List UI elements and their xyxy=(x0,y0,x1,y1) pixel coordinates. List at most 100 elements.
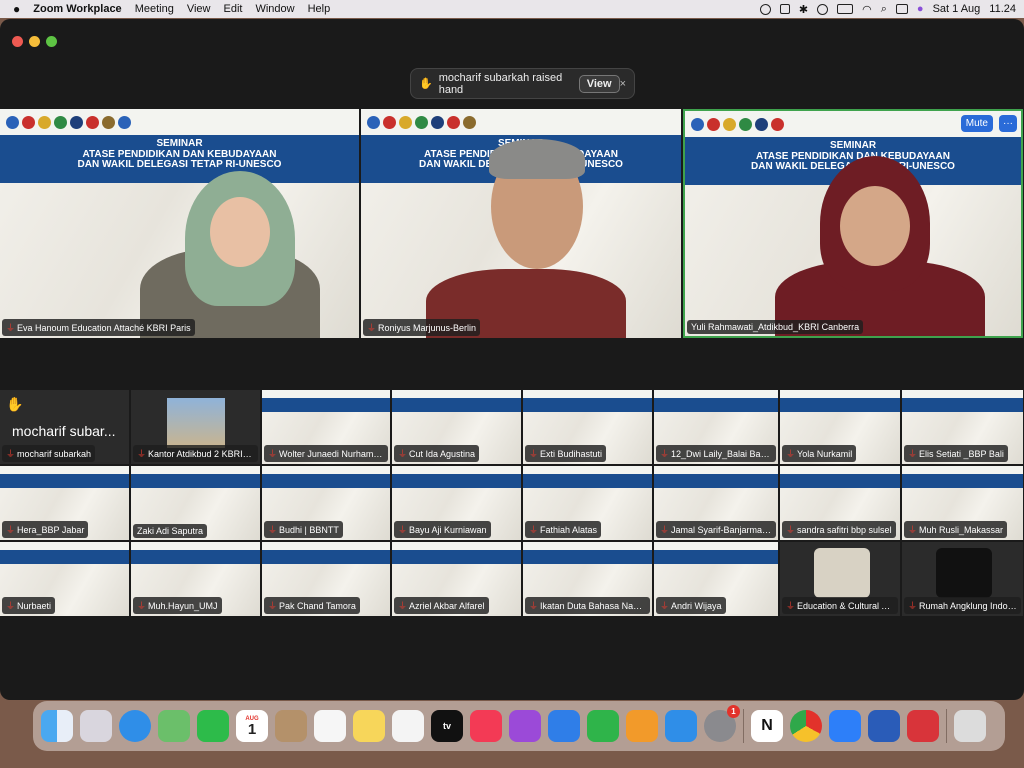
podcasts-icon[interactable] xyxy=(509,710,541,742)
zoom-window-button[interactable] xyxy=(46,36,57,47)
calendar-icon[interactable]: AUG 1 xyxy=(236,710,268,742)
apple-icon[interactable]: ● xyxy=(13,2,20,16)
muted-mic-icon: ⏚ xyxy=(6,601,16,611)
logo-strip xyxy=(392,466,521,474)
menu-time[interactable]: 11.24 xyxy=(989,3,1016,15)
participant-tile[interactable]: ✋ mocharif subar... ⏚ mocharif subarkah xyxy=(0,390,129,464)
participant-tile[interactable]: ⏚ Hera_BBP Jabar xyxy=(0,466,129,540)
notion-menu-icon[interactable] xyxy=(779,4,790,14)
participant-name: ⏚ Hera_BBP Jabar xyxy=(2,521,89,538)
word-icon[interactable] xyxy=(868,710,900,742)
safari-icon[interactable] xyxy=(119,710,151,742)
close-notification-button[interactable]: × xyxy=(620,78,626,90)
seminar-banner xyxy=(392,474,521,488)
participant-tile[interactable]: ⏚ Budhi | BBNTT xyxy=(262,466,390,540)
minimize-window-button[interactable] xyxy=(29,36,40,47)
system-settings-icon[interactable]: 1 xyxy=(704,705,740,742)
zoom-icon[interactable] xyxy=(829,710,861,742)
apple-tv-icon[interactable]: tv xyxy=(431,710,463,742)
participant-tile[interactable]: ⏚ Azriel Akbar Alfarel xyxy=(392,542,521,616)
seminar-banner xyxy=(523,398,652,412)
raised-hand-notification: ✋ mocharif subarkah raised hand View × xyxy=(410,68,635,99)
muted-mic-icon: ⏚ xyxy=(660,601,670,611)
mute-participant-button[interactable]: Mute xyxy=(960,115,993,132)
facetime-icon[interactable] xyxy=(197,710,229,742)
participant-tile[interactable]: ⏚ Nurbaeti xyxy=(0,542,129,616)
muted-mic-icon: ⏚ xyxy=(6,449,16,459)
menu-date[interactable]: Sat 1 Aug xyxy=(933,3,981,15)
numbers-icon[interactable] xyxy=(587,710,619,742)
keynote-icon[interactable] xyxy=(548,710,580,742)
participant-tile[interactable]: ⏚ Muh.Hayun_UMJ xyxy=(131,542,260,616)
menu-item-view[interactable]: View xyxy=(187,3,211,15)
freeform-icon[interactable] xyxy=(392,710,424,742)
participant-tile[interactable]: ⏚ Yola Nurkamil xyxy=(780,390,900,464)
view-button[interactable]: View xyxy=(578,74,620,93)
participant-tile[interactable]: ⏚ Pak Chand Tamora xyxy=(262,542,390,616)
participant-tile[interactable]: ⏚ Andri Wijaya xyxy=(654,542,778,616)
reminders-icon[interactable] xyxy=(314,710,346,742)
menu-item-edit[interactable]: Edit xyxy=(223,3,242,15)
muted-mic-icon: ⏚ xyxy=(660,449,670,459)
finder-icon[interactable] xyxy=(41,710,73,742)
status-icon[interactable] xyxy=(759,3,771,15)
maps-icon[interactable] xyxy=(158,710,190,742)
menu-bar: ● Zoom Workplace Meeting View Edit Windo… xyxy=(0,0,1024,18)
launchpad-icon[interactable] xyxy=(80,710,112,742)
calendar-day: 1 xyxy=(247,720,257,738)
wifi-icon[interactable]: ◠ xyxy=(862,3,872,16)
participant-name: ⏚ Yola Nurkamil xyxy=(782,445,857,462)
logo-strip xyxy=(262,542,390,550)
pages-icon[interactable] xyxy=(626,710,658,742)
participant-tile[interactable]: ⏚ Rumah Angklung Indonesia xyxy=(902,542,1023,616)
notion-icon[interactable]: N xyxy=(751,710,783,742)
participant-tile[interactable]: ⏚ Jamal Syarif-Banjarmasin xyxy=(654,466,778,540)
search-icon[interactable]: ⌕ xyxy=(881,3,887,16)
notes-icon[interactable] xyxy=(353,710,385,742)
participant-tile[interactable]: ⏚ Kantor Atdikbud 2 KBRI P... xyxy=(131,390,260,464)
participant-tile[interactable]: ⏚ Wolter Junaedi Nurhamidi... xyxy=(262,390,390,464)
participant-name: ⏚ Budhi | BBNTT xyxy=(264,521,343,538)
menu-app-name[interactable]: Zoom Workplace xyxy=(33,3,121,15)
trash-icon[interactable] xyxy=(954,710,986,742)
user-icon[interactable] xyxy=(817,3,829,15)
bluetooth-icon[interactable]: ✱ xyxy=(799,3,808,16)
battery-icon[interactable] xyxy=(837,4,854,14)
participant-tile[interactable]: ⏚ Muh Rusli_Makassar xyxy=(902,466,1023,540)
active-speaker-tile[interactable]: SEMINAR ATASE PENDIDIKAN DAN KEBUDAYAAN … xyxy=(683,109,1023,338)
menu-item-help[interactable]: Help xyxy=(308,3,331,15)
participant-tile[interactable]: ⏚ Ikatan Duta Bahasa Nasio... xyxy=(523,542,652,616)
logo-strip xyxy=(654,390,778,398)
participant-name: ⏚ Exti Budihastuti xyxy=(525,445,607,462)
participant-tile[interactable]: ⏚ sandra safitri bbp sulsel xyxy=(780,466,900,540)
participant-tile[interactable]: ⏚ Exti Budihastuti xyxy=(523,390,652,464)
close-window-button[interactable] xyxy=(12,36,23,47)
participant-tile[interactable]: ⏚ Fathiah Alatas xyxy=(523,466,652,540)
contacts-icon[interactable] xyxy=(275,710,307,742)
app-store-icon[interactable] xyxy=(665,710,697,742)
seminar-banner xyxy=(780,474,900,488)
menu-item-window[interactable]: Window xyxy=(255,3,294,15)
dock-separator xyxy=(946,709,947,743)
chrome-icon[interactable] xyxy=(790,710,822,742)
logo-strip xyxy=(131,542,260,550)
profile-picture xyxy=(936,548,992,598)
siri-icon[interactable]: ● xyxy=(917,3,924,15)
menu-item-meeting[interactable]: Meeting xyxy=(135,3,174,15)
music-icon[interactable] xyxy=(470,710,502,742)
participant-tile[interactable]: ⏚ Bayu Aji Kurniawan xyxy=(392,466,521,540)
participant-tile[interactable]: Zaki Adi Saputra xyxy=(131,466,260,540)
seminar-banner xyxy=(523,550,652,564)
participant-tile[interactable]: ⏚ Elis Setiati _BBP Bali xyxy=(902,390,1023,464)
more-options-button[interactable]: ··· xyxy=(999,115,1017,132)
participant-tile[interactable]: ⏚ Education & Cultural Atta... xyxy=(780,542,900,616)
speaker-tile[interactable]: SEMINAR ATASE PENDIDIKAN DAN KEBUDAYAAN … xyxy=(0,109,359,338)
logo-strip xyxy=(0,542,129,550)
participant-tile[interactable]: ⏚ 12_Dwi Laily_Balai Bahas... xyxy=(654,390,778,464)
photo-booth-icon[interactable] xyxy=(907,710,939,742)
participant-tile[interactable]: ⏚ Cut Ida Agustina xyxy=(392,390,521,464)
muted-mic-icon: ⏚ xyxy=(529,525,539,535)
participant-name: ⏚ 12_Dwi Laily_Balai Bahas... xyxy=(656,445,776,462)
control-center-icon[interactable] xyxy=(895,4,908,14)
speaker-tile[interactable]: SEMINAR ATASE PENDIDIKAN DAN KEBUDAYAAN … xyxy=(361,109,681,338)
